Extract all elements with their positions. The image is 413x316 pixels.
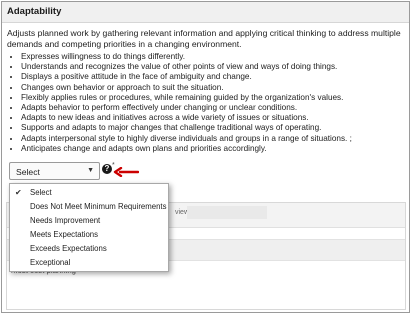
view-field[interactable] [187,206,267,219]
chevron-down-icon: ▼ [87,167,94,174]
list-item: Displays a positive attitude in the face… [21,72,409,82]
rating-select[interactable]: Select ▼ [9,162,100,180]
option-label: Needs Improvement [30,216,101,225]
option-label: Select [30,188,52,197]
list-item: Flexibly applies rules or procedures, wh… [21,93,409,103]
option-label: Does Not Meet Minimum Requirements [30,202,167,211]
option-label: Meets Expectations [30,230,99,239]
list-item: Understands and recognizes the value of … [21,62,409,72]
checkmark-icon: ✔ [15,188,22,197]
rating-option-meets[interactable]: Meets Expectations [10,228,168,241]
rating-select-value: Select [16,167,40,177]
option-label: Exceeds Expectations [30,244,107,253]
rating-option-select[interactable]: ✔ Select [10,186,168,199]
section-description: Adjusts planned work by gathering releva… [7,28,401,49]
list-item: Adapts behavior to perform effectively u… [21,103,409,113]
rating-option-does-not-meet[interactable]: Does Not Meet Minimum Requirements [10,200,168,213]
option-label: Exceptional [30,258,71,267]
list-item: Supports and adapts to major changes tha… [21,123,409,133]
behavior-list: Expresses willingness to do things diffe… [7,52,409,154]
rating-option-needs-improvement[interactable]: Needs Improvement [10,214,168,227]
section-title: Adaptability [7,6,62,17]
list-item: Changes own behavior or approach to suit… [21,83,409,93]
rating-dropdown-menu: ✔ Select Does Not Meet Minimum Requireme… [9,183,169,272]
list-item: Adapts interpersonal style to highly div… [21,134,409,144]
list-item: Expresses willingness to do things diffe… [21,52,409,62]
list-item: Anticipates change and adapts own plans … [21,144,409,154]
section-header: Adaptability [2,2,409,23]
list-item: Adapts to new ideas and initiatives acro… [21,113,409,123]
adaptability-panel: Adaptability Adjusts planned work by gat… [1,1,410,313]
red-pointer-arrow-icon [113,167,139,177]
rating-option-exceptional[interactable]: Exceptional [10,256,168,269]
question-circle-icon[interactable]: ? [102,164,112,174]
rating-option-exceeds[interactable]: Exceeds Expectations [10,242,168,255]
